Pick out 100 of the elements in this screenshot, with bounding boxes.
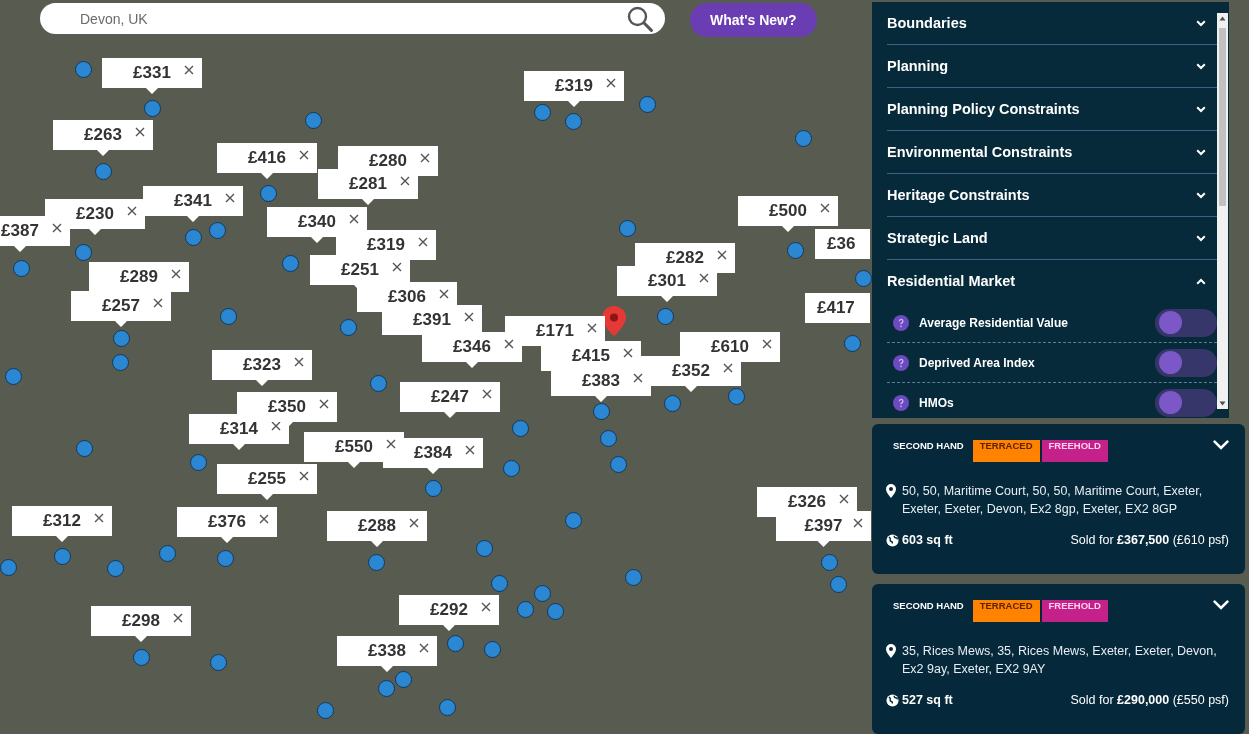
close-icon[interactable] (135, 127, 145, 137)
close-icon[interactable] (717, 250, 727, 260)
close-icon[interactable] (171, 269, 181, 279)
close-icon[interactable] (319, 399, 329, 409)
map-marker-icon[interactable] (438, 698, 456, 716)
map-marker-icon[interactable] (502, 459, 520, 477)
close-icon[interactable] (465, 445, 475, 455)
close-icon[interactable] (419, 643, 429, 653)
toggle-switch[interactable] (1155, 388, 1217, 417)
close-icon[interactable] (820, 203, 830, 213)
search-icon[interactable] (627, 5, 653, 32)
toggle-switch[interactable] (1155, 348, 1217, 377)
map-marker-icon[interactable] (12, 259, 30, 277)
map-marker-icon[interactable] (112, 329, 130, 347)
close-icon[interactable] (853, 518, 863, 528)
map-marker-icon[interactable] (394, 670, 412, 688)
close-icon[interactable] (606, 78, 616, 88)
map-marker-icon[interactable] (339, 318, 357, 336)
help-icon[interactable] (893, 314, 909, 331)
map-marker-icon[interactable] (208, 221, 226, 239)
map-marker-icon[interactable] (599, 429, 617, 447)
close-icon[interactable] (633, 373, 643, 383)
map-marker-icon[interactable] (663, 394, 681, 412)
section-header[interactable]: Residential Market (887, 260, 1217, 303)
map-marker-icon[interactable] (189, 453, 207, 471)
map-marker-icon[interactable] (53, 547, 71, 565)
close-icon[interactable] (184, 65, 194, 75)
map-marker-icon[interactable] (281, 254, 299, 272)
property-card[interactable]: SECOND HAND TERRACED FREEHOLD 35, Rices Mews, 35, Rices Mews, Exeter, Exeter, Devon, Ex2 9ay, Exeter, EX2 9AY 527 sq ft Sold for £290,000 (£550 psf) (872, 584, 1245, 734)
map-marker-icon[interactable] (367, 553, 385, 571)
map-marker-icon[interactable] (424, 479, 442, 497)
close-icon[interactable] (392, 262, 402, 272)
close-icon[interactable] (259, 514, 269, 524)
close-icon[interactable] (418, 237, 428, 247)
map-marker-icon[interactable] (624, 568, 642, 586)
map-marker-icon[interactable] (132, 648, 150, 666)
map-marker-icon[interactable] (209, 653, 227, 671)
map-marker-icon[interactable] (843, 334, 861, 352)
close-icon[interactable] (386, 439, 396, 449)
close-icon[interactable] (294, 357, 304, 367)
map-marker-icon[interactable] (75, 439, 93, 457)
close-icon[interactable] (153, 298, 163, 308)
map-marker-icon[interactable] (0, 558, 17, 576)
close-icon[interactable] (723, 363, 733, 373)
map-marker-icon[interactable] (727, 387, 745, 405)
map-marker-icon[interactable] (111, 353, 129, 371)
map-marker-icon[interactable] (219, 307, 237, 325)
help-icon[interactable] (893, 394, 909, 411)
map-marker-icon[interactable] (158, 544, 176, 562)
close-icon[interactable] (400, 176, 410, 186)
close-icon[interactable] (127, 206, 137, 216)
map-marker-icon[interactable] (638, 95, 656, 113)
map-marker-icon[interactable] (216, 549, 234, 567)
close-icon[interactable] (299, 471, 309, 481)
close-icon[interactable] (349, 214, 359, 224)
map-marker-icon[interactable] (618, 219, 636, 237)
map-marker-icon[interactable] (516, 600, 534, 618)
map-marker-icon[interactable] (74, 243, 92, 261)
map-marker-icon[interactable] (377, 679, 395, 697)
map-marker-icon[interactable] (546, 602, 564, 620)
map-marker-icon[interactable] (316, 701, 334, 719)
close-icon[interactable] (839, 494, 849, 504)
scrollbar[interactable] (1217, 13, 1228, 409)
map-marker-icon[interactable] (564, 112, 582, 130)
map-marker-icon[interactable] (656, 307, 674, 325)
toggle-switch[interactable] (1155, 308, 1217, 337)
map-marker-icon[interactable] (483, 640, 501, 658)
close-icon[interactable] (482, 389, 492, 399)
chevron-down-icon[interactable] (1213, 600, 1229, 610)
search-field[interactable]: Devon, UK (40, 3, 665, 34)
close-icon[interactable] (420, 153, 430, 163)
map-marker-icon[interactable] (490, 574, 508, 592)
map-marker-icon[interactable] (475, 539, 493, 557)
map-marker-icon[interactable] (794, 129, 812, 147)
close-icon[interactable] (299, 150, 309, 160)
map-marker-icon[interactable] (533, 103, 551, 121)
map-marker-icon[interactable] (94, 162, 112, 180)
close-icon[interactable] (271, 421, 281, 431)
map-marker-icon[interactable] (74, 60, 92, 78)
close-icon[interactable] (439, 289, 449, 299)
map-marker-icon[interactable] (259, 184, 277, 202)
close-icon[interactable] (762, 339, 772, 349)
close-icon[interactable] (94, 513, 104, 523)
map-marker-icon[interactable] (829, 575, 847, 593)
close-icon[interactable] (464, 312, 474, 322)
map-marker-icon[interactable] (533, 584, 551, 602)
close-icon[interactable] (409, 518, 419, 528)
map-marker-icon[interactable] (854, 269, 872, 287)
whats-new-button[interactable]: What's New? (690, 3, 817, 37)
chevron-down-icon[interactable] (1213, 440, 1229, 450)
map-marker-icon[interactable] (4, 367, 22, 385)
close-icon[interactable] (173, 613, 183, 623)
close-icon[interactable] (623, 348, 633, 358)
map-marker-icon[interactable] (511, 419, 529, 437)
map-marker-icon[interactable] (592, 402, 610, 420)
close-icon[interactable] (481, 602, 491, 612)
map-marker-icon[interactable] (184, 228, 202, 246)
close-icon[interactable] (504, 339, 514, 349)
close-icon[interactable] (52, 223, 62, 233)
map-marker-icon[interactable] (820, 553, 838, 571)
